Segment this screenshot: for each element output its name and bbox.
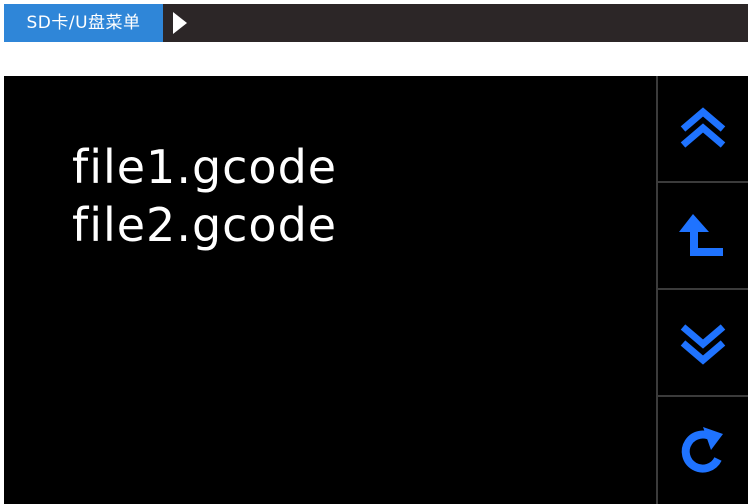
double-chevron-down-icon <box>680 324 726 365</box>
refresh-button[interactable] <box>658 397 748 503</box>
refresh-icon <box>681 427 723 473</box>
navigation-panel <box>656 76 748 504</box>
file-item[interactable]: file1.gcode <box>72 138 337 196</box>
menu-title: SD卡/U盘菜单 <box>4 4 163 42</box>
page-down-button[interactable] <box>658 290 748 396</box>
return-up-icon <box>679 214 723 256</box>
back-button[interactable] <box>658 183 748 289</box>
page-up-button[interactable] <box>658 76 748 182</box>
double-chevron-up-icon <box>680 107 726 148</box>
play-arrow-icon <box>173 12 187 34</box>
file-list: file1.gcode file2.gcode <box>72 138 337 254</box>
file-browser-screen: file1.gcode file2.gcode <box>4 76 748 504</box>
file-item[interactable]: file2.gcode <box>72 196 337 254</box>
title-bar: SD卡/U盘菜单 <box>4 4 748 42</box>
